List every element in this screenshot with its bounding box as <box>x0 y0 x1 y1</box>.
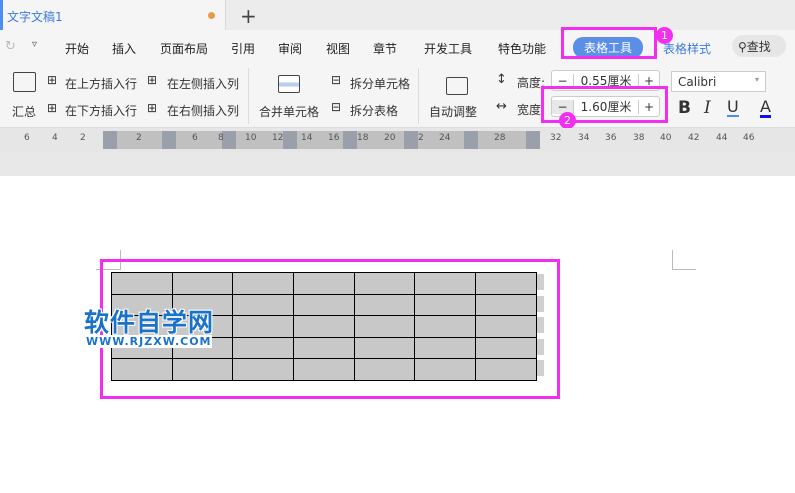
ruler-number: 2 <box>136 133 142 143</box>
margin-corner-mark <box>672 269 696 270</box>
split-table-button[interactable]: 拆分表格 <box>350 102 398 119</box>
height-icon: ↕ <box>496 72 507 87</box>
merge-cells-icon <box>278 75 300 93</box>
summary-icon <box>13 72 36 92</box>
ruler-number: 24 <box>439 133 451 143</box>
column-marker[interactable] <box>526 131 540 149</box>
ruler-number: 6 <box>24 133 30 143</box>
unsaved-dot-icon <box>208 12 215 19</box>
horizontal-ruler[interactable]: 6 4 2 2 6 8 10 12 14 16 18 20 2 24 28 32… <box>0 128 795 152</box>
ruler-number: 18 <box>357 133 369 143</box>
menu-references[interactable]: 引用 <box>231 40 255 57</box>
ruler-number: 14 <box>301 133 313 143</box>
tab-bar: 文字文稿1 + <box>0 0 795 31</box>
ruler-number: 44 <box>716 133 728 143</box>
width-icon: ↔ <box>496 99 507 114</box>
column-marker[interactable] <box>283 131 297 149</box>
menu-home[interactable]: 开始 <box>65 40 89 57</box>
ruler-number: 8 <box>218 133 224 143</box>
column-marker[interactable] <box>103 131 117 149</box>
ruler-number: 36 <box>605 133 617 143</box>
italic-button[interactable]: I <box>704 98 711 118</box>
margin-corner-mark <box>672 250 673 270</box>
menu-developer[interactable]: 开发工具 <box>424 40 472 57</box>
autofit-button[interactable]: 自动调整 <box>429 103 477 120</box>
underline-button[interactable]: U <box>727 98 739 117</box>
font-color-button[interactable]: A <box>760 98 771 118</box>
insert-row-above-button[interactable]: 在上方插入行 <box>65 75 137 92</box>
annotation-badge-2: 2 <box>559 112 576 129</box>
menu-table-style[interactable]: 表格样式 <box>663 40 711 57</box>
bold-button[interactable]: B <box>678 98 691 118</box>
ribbon: 汇总 ⊞ 在上方插入行 ⊞ 在下方插入行 ⊞ 在左侧插入列 ⊞ 在右侧插入列 合… <box>0 64 795 129</box>
column-marker[interactable] <box>222 131 236 149</box>
ruler-number: 12 <box>272 133 284 143</box>
insert-col-right-button[interactable]: 在右侧插入列 <box>167 102 239 119</box>
highlight-box-1 <box>561 27 657 59</box>
menu-section[interactable]: 章节 <box>373 40 397 57</box>
watermark-url: WWW.RJZXW.COM <box>86 335 212 348</box>
autofit-icon <box>446 77 468 95</box>
watermark-title: 软件自学网 <box>84 308 215 337</box>
ruler-number: 10 <box>245 133 257 143</box>
menu-review[interactable]: 审阅 <box>278 40 302 57</box>
ruler-number: 2 <box>80 133 86 143</box>
column-marker[interactable] <box>343 131 357 149</box>
menu-layout[interactable]: 页面布局 <box>160 40 208 57</box>
ruler-number: 46 <box>743 133 755 143</box>
menu-insert[interactable]: 插入 <box>112 40 136 57</box>
column-marker[interactable] <box>404 131 418 149</box>
ruler-number: 4 <box>52 133 58 143</box>
ruler-number: 16 <box>328 133 340 143</box>
new-tab-button[interactable]: + <box>240 4 257 28</box>
ruler-number: 38 <box>633 133 645 143</box>
split-cell-button[interactable]: 拆分单元格 <box>350 75 410 92</box>
chevron-down-icon: ▾ <box>754 75 759 84</box>
redo-icon[interactable]: ↻ <box>5 39 16 54</box>
column-marker[interactable] <box>162 131 176 149</box>
column-marker[interactable] <box>464 131 478 149</box>
insert-col-left-button[interactable]: 在左侧插入列 <box>167 75 239 92</box>
insert-row-above-icon: ⊞ <box>47 73 58 87</box>
split-table-icon: ⊟ <box>331 100 342 114</box>
search-label: 查找 <box>746 40 771 54</box>
divider <box>248 68 249 124</box>
merge-cells-button[interactable]: 合并单元格 <box>259 103 319 120</box>
ruler-number: 28 <box>494 133 506 143</box>
divider <box>418 68 419 124</box>
menu-features[interactable]: 特色功能 <box>498 40 546 57</box>
ruler-number: 2 <box>418 133 424 143</box>
ruler-number: 40 <box>660 133 672 143</box>
font-select[interactable]: Calibri ▾ <box>671 71 766 92</box>
summary-button[interactable]: 汇总 <box>12 103 36 120</box>
insert-col-left-icon: ⊞ <box>147 73 158 87</box>
search-button[interactable]: ⚲查找 <box>732 35 786 57</box>
document-tab[interactable]: 文字文稿1 <box>0 0 226 31</box>
search-icon: ⚲ <box>738 40 747 54</box>
ruler-number: 42 <box>688 133 700 143</box>
quick-access-dropdown-icon[interactable]: ▿ <box>32 39 37 50</box>
insert-row-below-button[interactable]: 在下方插入行 <box>65 102 137 119</box>
document-tab-title: 文字文稿1 <box>7 10 63 24</box>
font-value: Calibri <box>678 75 717 89</box>
menu-view[interactable]: 视图 <box>326 40 350 57</box>
ruler-number: 32 <box>550 133 562 143</box>
ruler-number: 34 <box>578 133 590 143</box>
split-cell-icon: ⊟ <box>331 73 342 87</box>
insert-col-right-icon: ⊞ <box>147 101 158 115</box>
menu-bar: ↻ ▿ 开始 插入 页面布局 引用 审阅 视图 章节 开发工具 特色功能 表格工… <box>0 27 795 64</box>
ruler-number: 20 <box>384 133 396 143</box>
ruler-number: 6 <box>192 133 198 143</box>
insert-row-below-icon: ⊞ <box>47 101 58 115</box>
